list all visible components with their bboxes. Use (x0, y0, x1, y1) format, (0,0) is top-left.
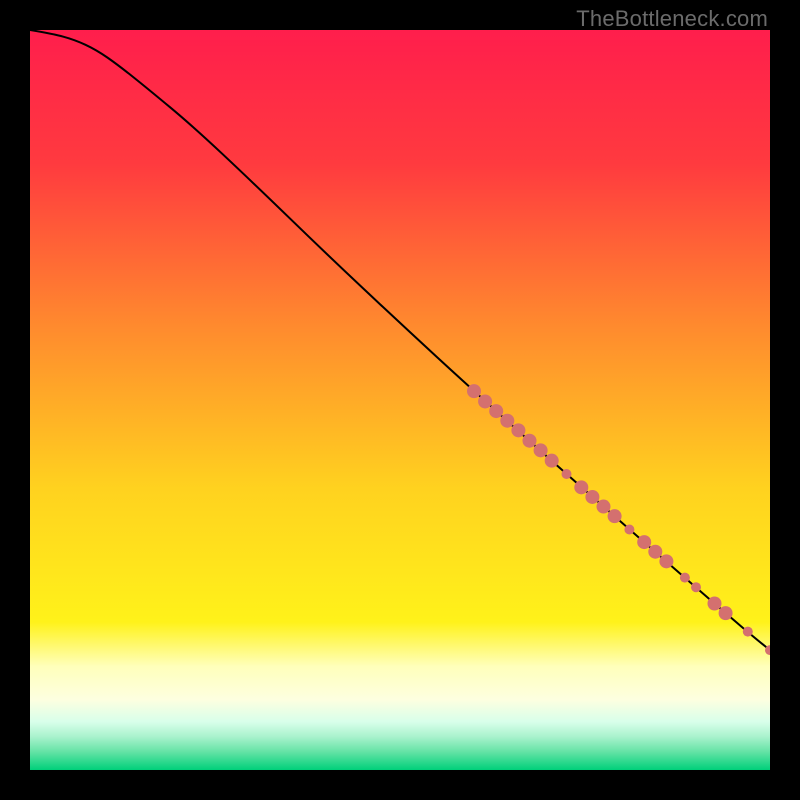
data-point (585, 490, 599, 504)
data-point (608, 509, 622, 523)
data-point (691, 582, 701, 592)
data-point (534, 443, 548, 457)
chart-stage: TheBottleneck.com (0, 0, 800, 800)
chart-plot (30, 30, 770, 770)
chart-svg (30, 30, 770, 770)
data-point (743, 627, 753, 637)
data-point (489, 404, 503, 418)
data-point (523, 434, 537, 448)
watermark-label: TheBottleneck.com (576, 6, 768, 32)
data-point (500, 414, 514, 428)
data-point (624, 525, 634, 535)
data-point (719, 606, 733, 620)
data-point (597, 500, 611, 514)
data-point (648, 545, 662, 559)
data-point (574, 480, 588, 494)
data-point (467, 384, 481, 398)
data-point (637, 535, 651, 549)
data-point (680, 573, 690, 583)
data-point (511, 423, 525, 437)
data-point (478, 394, 492, 408)
data-point (659, 554, 673, 568)
data-point (708, 597, 722, 611)
chart-background (30, 30, 770, 770)
data-point (562, 469, 572, 479)
data-point (545, 454, 559, 468)
